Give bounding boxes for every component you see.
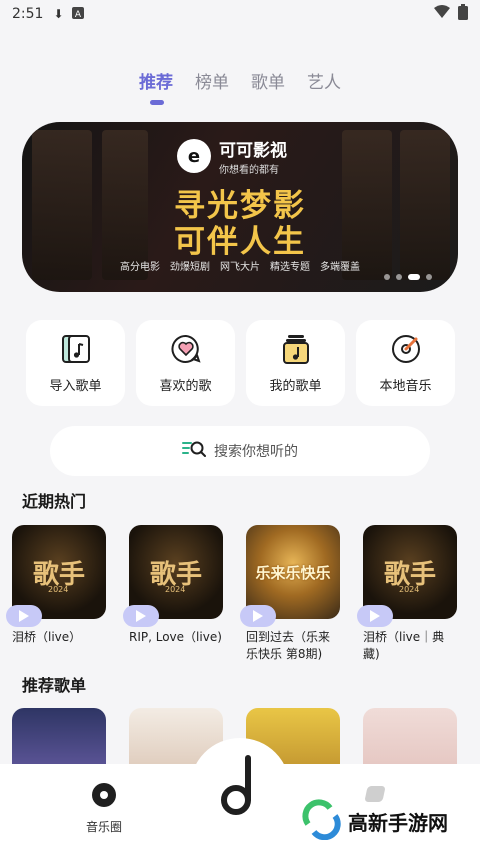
hot-card[interactable]: 歌手 2024 RIP, Love（live)	[123, 525, 223, 663]
local-music-button[interactable]: 本地音乐	[356, 320, 455, 406]
play-button[interactable]	[357, 605, 393, 627]
cover-year: 2024	[165, 585, 186, 594]
play-button[interactable]	[240, 605, 276, 627]
import-playlist-icon	[60, 333, 92, 365]
my-playlist-icon	[280, 333, 312, 365]
banner-brand: 可可影视	[219, 141, 287, 161]
banner-dot[interactable]	[426, 274, 432, 280]
my-playlist-button[interactable]: 我的歌单	[246, 320, 345, 406]
watermark-text: 高新手游网	[348, 810, 448, 835]
hot-title: 泪桥（live｜典藏)	[363, 630, 445, 661]
hot-card[interactable]: 歌手 2024 泪桥（live）	[6, 525, 106, 663]
section-title-recommended: 推荐歌单	[22, 676, 87, 695]
tab-indicator	[150, 100, 164, 105]
download-icon: ⬇	[53, 7, 64, 21]
promo-banner[interactable]: e 可可影视 你想看的都有 寻光梦影 可伴人生 高分电影 劲爆短剧 网飞大片 精…	[22, 122, 458, 292]
cover-year: 2024	[399, 585, 420, 594]
top-tabs: 推荐 榜单 歌单 艺人	[0, 68, 480, 93]
play-icon	[253, 607, 263, 626]
liked-songs-label: 喜欢的歌	[159, 378, 212, 394]
nav-home-button[interactable]	[214, 752, 264, 822]
banner-slogan-line2: 可伴人生	[174, 224, 306, 260]
watermark-logo-icon	[300, 798, 342, 844]
play-button[interactable]	[123, 605, 159, 627]
play-icon	[19, 607, 29, 626]
play-icon	[370, 607, 380, 626]
import-playlist-button[interactable]: 导入歌单	[26, 320, 125, 406]
tab-artists[interactable]: 艺人	[307, 68, 341, 93]
my-playlist-label: 我的歌单	[269, 378, 322, 394]
site-watermark: 高新手游网	[300, 798, 448, 844]
banner-feature: 多端覆盖	[320, 262, 360, 273]
music-note-logo-icon	[214, 755, 264, 826]
nav-music-circle[interactable]: 音乐圈	[82, 782, 126, 835]
banner-logo-row: e 可可影视 你想看的都有	[177, 136, 287, 176]
battery-icon	[458, 4, 468, 24]
search-input[interactable]: 搜索你想听的	[50, 426, 430, 476]
hot-title: RIP, Love（live)	[129, 630, 222, 644]
hot-card[interactable]: 歌手 2024 泪桥（live｜典藏)	[357, 525, 457, 663]
heart-chat-icon	[170, 333, 202, 365]
hot-title: 回到过去（乐来乐快乐 第8期)	[246, 630, 331, 661]
hot-card[interactable]: 乐来乐快乐 回到过去（乐来乐快乐 第8期)	[240, 525, 340, 663]
status-bar: 2:51 ⬇ A	[0, 0, 480, 28]
banner-feature: 高分电影	[120, 262, 160, 273]
tab-recommend[interactable]: 推荐	[139, 68, 173, 93]
local-disc-icon	[390, 333, 422, 365]
banner-feature: 精选专题	[270, 262, 310, 273]
banner-feature: 网飞大片	[220, 262, 260, 273]
cover-text: 乐来乐快乐	[255, 563, 331, 582]
section-title-hot: 近期热门	[22, 492, 87, 511]
banner-pagination	[384, 274, 432, 280]
tab-charts[interactable]: 榜单	[195, 68, 229, 93]
disc-icon	[91, 782, 117, 812]
banner-feature: 劲爆短剧	[170, 262, 210, 273]
tab-playlists[interactable]: 歌单	[251, 68, 285, 93]
banner-dot-active[interactable]	[408, 274, 420, 280]
local-music-label: 本地音乐	[379, 378, 432, 394]
play-button[interactable]	[6, 605, 42, 627]
liked-songs-button[interactable]: 喜欢的歌	[136, 320, 235, 406]
cover-year: 2024	[48, 585, 69, 594]
banner-brand-sub: 你想看的都有	[219, 165, 279, 176]
banner-features: 高分电影 劲爆短剧 网飞大片 精选专题 多端覆盖	[22, 258, 458, 273]
import-playlist-label: 导入歌单	[49, 378, 102, 394]
hot-title: 泪桥（live）	[12, 630, 82, 644]
bottom-nav: 音乐圈 高新手游网	[0, 738, 480, 852]
quick-actions: 导入歌单 喜欢的歌 我的歌单 本地音乐	[26, 320, 455, 406]
status-time: 2:51	[12, 6, 44, 22]
hot-list: 歌手 2024 泪桥（live） 歌手 2024 RIP, Love（live)…	[6, 525, 457, 663]
brand-logo-icon: e	[177, 139, 211, 173]
banner-dot[interactable]	[384, 274, 390, 280]
play-icon	[136, 607, 146, 626]
svg-text:A: A	[74, 10, 81, 19]
wifi-icon	[434, 5, 450, 23]
nav-music-circle-label: 音乐圈	[85, 820, 122, 834]
search-placeholder: 搜索你想听的	[214, 444, 298, 460]
notification-a-icon: A	[71, 6, 84, 22]
banner-dot[interactable]	[396, 274, 402, 280]
search-icon	[182, 439, 206, 463]
